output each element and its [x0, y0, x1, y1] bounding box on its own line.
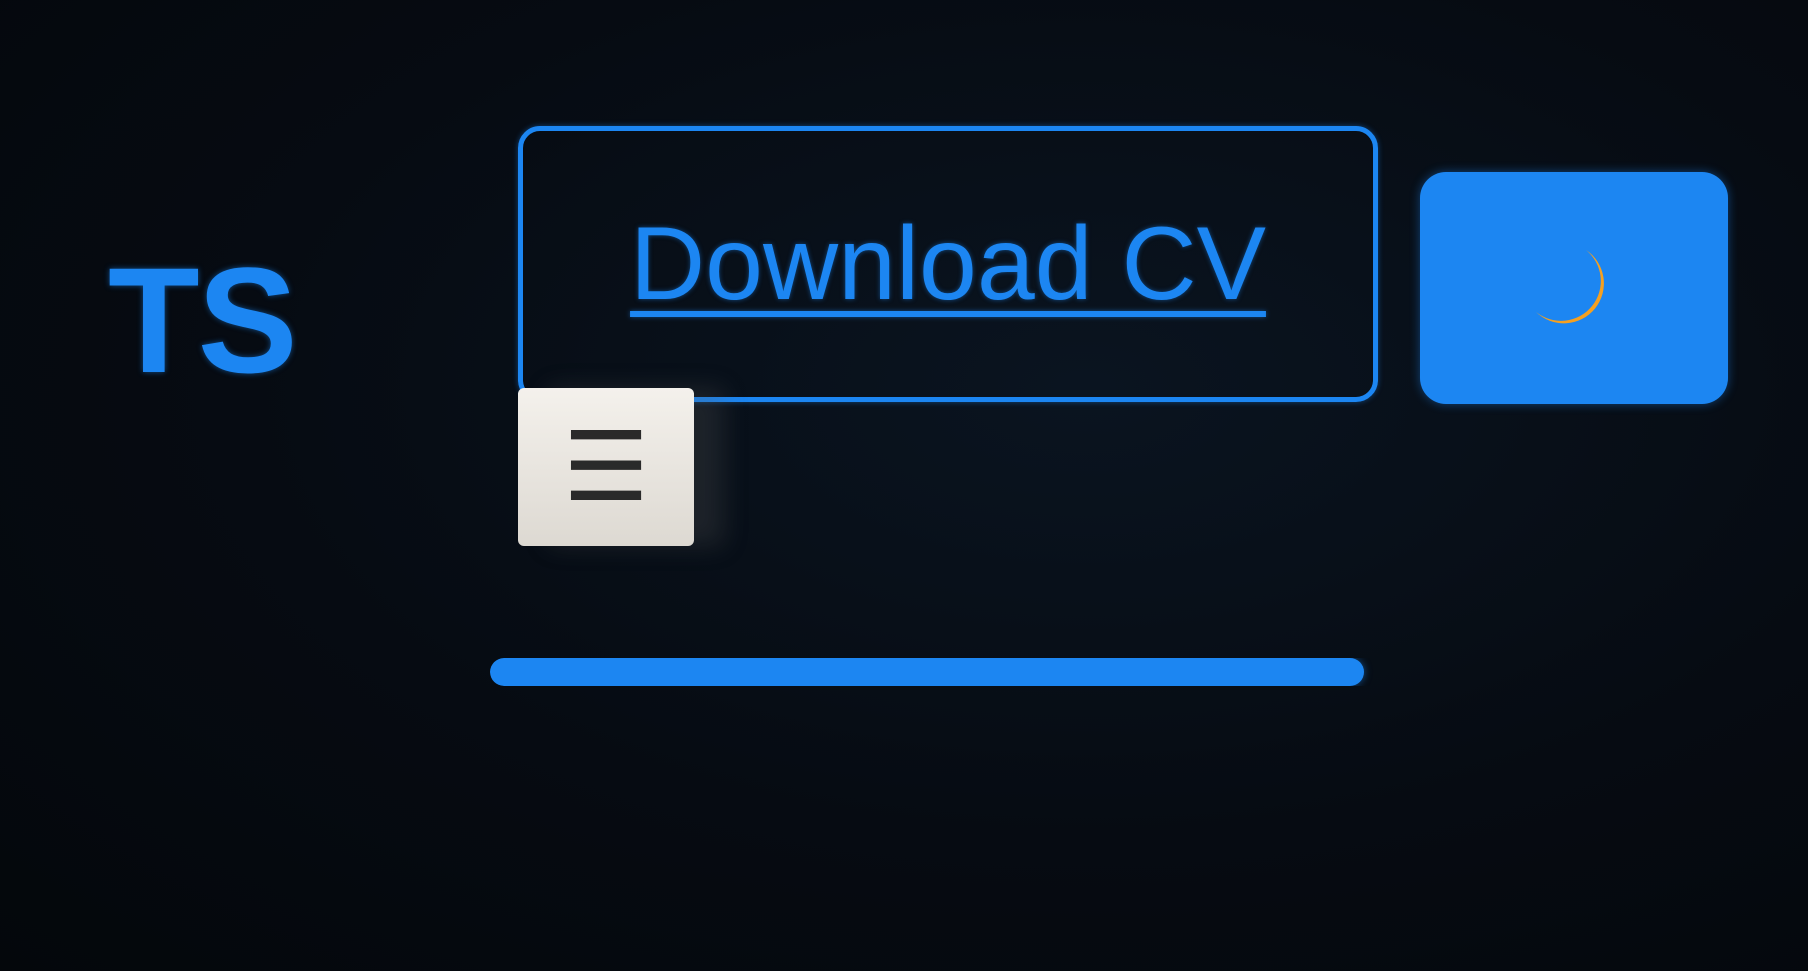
site-logo[interactable]: TS — [108, 245, 298, 395]
download-cv-button[interactable]: Download CV — [518, 126, 1378, 402]
download-cv-label: Download CV — [630, 205, 1266, 322]
screen: TS Download CV ☰ — [0, 0, 1808, 971]
moon-icon — [1536, 250, 1604, 324]
scroll-progress-bar — [490, 658, 1410, 686]
theme-toggle-button[interactable] — [1420, 172, 1728, 404]
hamburger-menu-icon: ☰ — [562, 411, 650, 523]
scroll-progress-fill — [490, 658, 1364, 686]
hamburger-menu-button[interactable]: ☰ — [518, 388, 694, 546]
